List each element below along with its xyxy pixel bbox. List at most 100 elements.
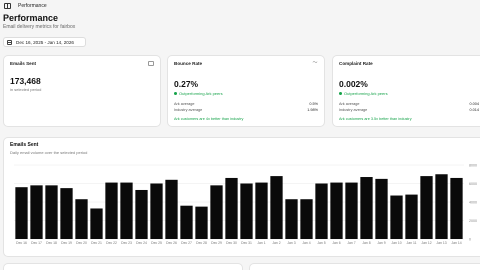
x-tick-label: Jan 1 [257, 241, 265, 245]
page-title: Performance [3, 13, 59, 23]
benchmark-badge: Outperforming Ark peers [174, 91, 223, 96]
x-tick-label: Jan 8 [362, 241, 370, 245]
x-tick-label: Dec 24 [136, 241, 147, 245]
x-tick-label: Dec 28 [196, 241, 207, 245]
mail-icon [148, 61, 154, 66]
ark-average-label: Ark average [339, 102, 360, 106]
bar[interactable] [450, 177, 463, 239]
bar[interactable] [345, 182, 358, 239]
emails-sent-value: 173,468 [10, 76, 41, 86]
x-tick-label: Jan 7 [347, 241, 355, 245]
bar[interactable] [210, 185, 223, 239]
benchmark-label: Outperforming Ark peers [179, 91, 223, 96]
bar[interactable] [75, 199, 88, 239]
bar[interactable] [225, 177, 238, 239]
bounce-rate-value: 0.27% [174, 79, 199, 89]
x-tick-label: Dec 25 [151, 241, 162, 245]
x-tick-label: Dec 27 [181, 241, 192, 245]
x-tick-label: Jan 4 [302, 241, 310, 245]
emails-sent-card: Emails Sent 173,468 in selected period [3, 55, 161, 127]
x-tick-label: Jan 13 [436, 241, 446, 245]
bar[interactable] [45, 185, 58, 239]
bar[interactable] [435, 174, 448, 239]
bar[interactable] [405, 194, 418, 239]
comparison-note: Ark customers are 4x better than industr… [174, 117, 244, 121]
benchmark-badge: Outperforming Ark peers [339, 91, 388, 96]
card-title: Emails Sent [10, 61, 37, 66]
y-tick-label: 6000 [469, 182, 477, 186]
x-tick-label: Jan 10 [391, 241, 401, 245]
bar[interactable] [90, 208, 103, 239]
x-tick-label: Dec 22 [106, 241, 117, 245]
bar[interactable] [315, 183, 328, 240]
sidebar-toggle-icon[interactable] [4, 3, 11, 9]
ark-average-value: 0.5% [309, 102, 318, 106]
calendar-icon [7, 39, 12, 45]
page-subtitle: Email delivery metrics for fairbox [3, 24, 76, 30]
x-tick-label: Dec 19 [61, 241, 72, 245]
x-tick-label: Dec 31 [241, 241, 252, 245]
x-tick-label: Jan 12 [421, 241, 431, 245]
industry-average-value: 1.98% [307, 108, 318, 112]
emails-sent-chart-card: Emails Sent Daily email volume over the … [3, 137, 480, 257]
complaint-rate-card: Complaint Rate 0.002% Outperforming Ark … [332, 55, 480, 127]
x-tick-label: Dec 18 [46, 241, 57, 245]
industry-average-row: Industry average 0.014 [339, 108, 479, 112]
bar[interactable] [240, 183, 253, 240]
top-bar: Performance [0, 0, 480, 12]
bar[interactable] [165, 179, 178, 239]
x-tick-label: Dec 26 [166, 241, 177, 245]
bar[interactable] [150, 183, 163, 240]
x-tick-label: Jan 2 [272, 241, 280, 245]
bottom-card-left [3, 263, 243, 270]
ark-average-row: Ark average 0.5% [174, 102, 318, 106]
bar[interactable] [30, 185, 43, 239]
emails-sent-note: in selected period [10, 87, 42, 92]
industry-average-value: 0.014 [469, 108, 479, 112]
x-tick-label: Jan 9 [377, 241, 385, 245]
bar[interactable] [375, 178, 388, 239]
bounce-rate-card: Bounce Rate 〜 0.27% Outperforming Ark pe… [167, 55, 325, 127]
industry-average-row: Industry average 1.98% [174, 108, 318, 112]
bar[interactable] [255, 182, 268, 239]
benchmark-label: Outperforming Ark peers [344, 91, 388, 96]
y-tick-label: 0 [469, 238, 471, 242]
bottom-card-right [249, 263, 480, 270]
bar[interactable] [180, 205, 193, 239]
y-tick-label: 4000 [469, 201, 477, 205]
ark-average-label: Ark average [174, 102, 195, 106]
x-tick-label: Jan 5 [317, 241, 325, 245]
bar[interactable] [420, 176, 433, 239]
status-dot-icon [174, 92, 177, 95]
bar[interactable] [60, 188, 73, 239]
x-tick-label: Jan 14 [451, 241, 461, 245]
x-tick-label: Jan 6 [332, 241, 340, 245]
x-tick-label: Dec 17 [31, 241, 42, 245]
bar[interactable] [300, 199, 313, 239]
date-range-picker[interactable]: Dec 16, 2025 - Jan 14, 2026 [3, 37, 86, 47]
trend-icon: 〜 [312, 60, 318, 66]
bar[interactable] [285, 199, 298, 239]
topbar-title: Performance [18, 3, 47, 9]
x-tick-label: Dec 20 [76, 241, 87, 245]
bar[interactable] [360, 177, 373, 239]
x-tick-label: Dec 29 [211, 241, 222, 245]
bar[interactable] [135, 189, 148, 239]
industry-average-label: Industry average [339, 108, 368, 112]
bar[interactable] [105, 182, 118, 239]
x-tick-label: Dec 23 [121, 241, 132, 245]
bar[interactable] [120, 182, 133, 239]
bar[interactable] [270, 176, 283, 239]
bar[interactable] [195, 206, 208, 239]
bar[interactable] [330, 182, 343, 239]
x-tick-label: Jan 11 [407, 241, 417, 245]
card-title: Complaint Rate [339, 61, 373, 66]
industry-average-label: Industry average [174, 108, 203, 112]
y-tick-label: 2000 [469, 219, 477, 223]
bar[interactable] [15, 187, 28, 239]
comparison-note: Ark customers are 3.5x better than indus… [339, 117, 412, 121]
bar[interactable] [390, 195, 403, 239]
x-tick-label: Jan 3 [287, 241, 295, 245]
status-dot-icon [339, 92, 342, 95]
x-tick-label: Dec 16 [16, 241, 27, 245]
